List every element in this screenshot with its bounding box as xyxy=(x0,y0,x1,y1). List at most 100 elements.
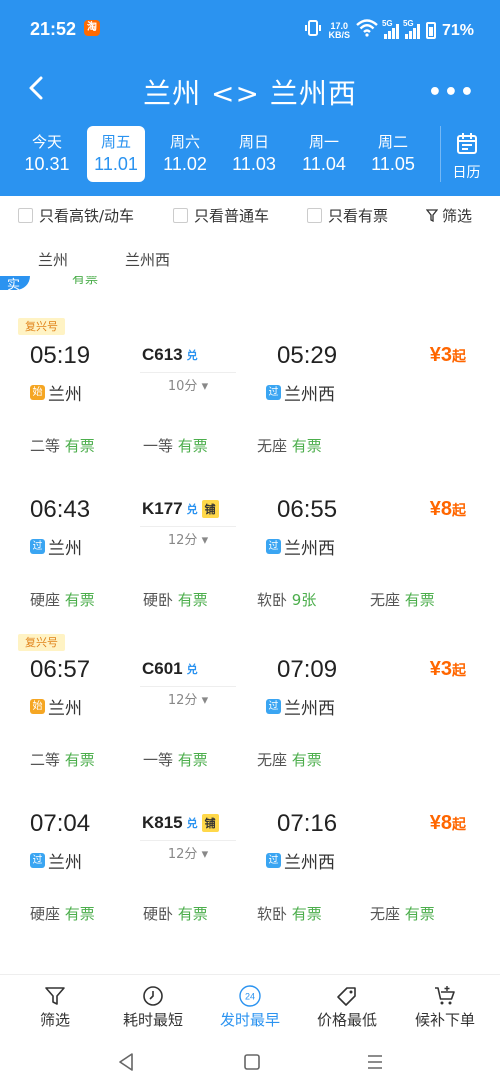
date-value: 11.05 xyxy=(371,154,415,174)
train-number-text: C601 xyxy=(142,659,183,678)
station-to-chip[interactable]: 兰州西 xyxy=(125,249,170,270)
seat-info: 软卧 9张 xyxy=(257,589,316,610)
seat-availability: 有票 xyxy=(177,905,208,923)
pass-tag: 过 xyxy=(30,539,45,554)
from-station-name: 兰州 xyxy=(48,539,82,559)
calendar-button[interactable]: 日历 xyxy=(440,126,492,182)
duration: 12分 ▾ xyxy=(140,526,236,548)
network-speed: 17.0 KB/S xyxy=(328,21,350,40)
from-station-name: 兰州 xyxy=(48,699,82,719)
tab-label: 候补下单 xyxy=(414,1011,475,1029)
status-bar: 21:52 淘 17.0 KB/S 5G 5G 71% xyxy=(0,0,500,58)
signal-icon-2: 5G xyxy=(403,19,420,39)
train-number: C613 兑 xyxy=(142,345,262,365)
only-high-speed-checkbox[interactable]: 只看高铁/动车 xyxy=(18,205,134,226)
date-value: 11.03 xyxy=(232,154,276,174)
cart-icon xyxy=(435,986,455,1005)
price-suffix: 起 xyxy=(452,662,466,678)
date-tab-1-selected[interactable]: 周五 11.01 xyxy=(87,126,145,182)
chevron-down-icon: ▾ xyxy=(201,847,209,862)
early-icon: 24 xyxy=(239,985,261,1007)
sort-duration-tab[interactable]: 耗时最短 xyxy=(103,983,203,1030)
seat-info: 软卧 有票 xyxy=(257,903,322,924)
filter-button[interactable]: 筛选 xyxy=(425,205,472,226)
peek-text: 有票 xyxy=(72,276,99,287)
system-navigation-bar xyxy=(0,1040,500,1086)
seat-class: 硬卧 xyxy=(143,905,174,923)
exchange-badge: 兑 xyxy=(186,664,198,676)
only-available-checkbox[interactable]: 只看有票 xyxy=(307,205,388,226)
seat-info: 硬卧 有票 xyxy=(143,903,208,924)
seat-availability: 有票 xyxy=(64,437,95,455)
station-from-chip[interactable]: 兰州 xyxy=(38,249,68,270)
menu-nav-icon[interactable] xyxy=(366,1052,384,1076)
train-row[interactable]: 复兴号 06:57 C601 兑 07:09 ¥3起 12分 ▾ 始兰州 过兰州西… xyxy=(0,634,500,792)
seat-availability: 有票 xyxy=(404,905,435,923)
start-tag: 始 xyxy=(30,699,45,714)
checkbox-box xyxy=(307,208,322,223)
duration: 12分 ▾ xyxy=(140,840,236,862)
from-station: 始兰州 xyxy=(30,694,82,719)
seat-availability: 有票 xyxy=(404,591,435,609)
wifi-icon xyxy=(356,19,378,42)
peek-badge: 实 xyxy=(0,276,30,290)
date-tab-3[interactable]: 周日 11.03 xyxy=(221,126,287,182)
seat-availability: 有票 xyxy=(64,751,95,769)
seat-availability: 有票 xyxy=(64,905,95,923)
train-list: 复兴号 05:19 C613 兑 05:29 ¥3起 10分 ▾ 始兰州 过兰州西… xyxy=(0,290,500,974)
train-row[interactable]: 07:04 K815 兑铺 07:16 ¥8起 12分 ▾ 过兰州 过兰州西 硬座… xyxy=(0,790,500,946)
departure-time: 07:04 xyxy=(30,810,91,837)
funnel-icon xyxy=(45,987,65,1005)
to-station-name: 兰州西 xyxy=(284,539,335,559)
battery-icon xyxy=(425,22,436,39)
battery-level: 71% xyxy=(441,21,474,39)
fuxing-badge: 复兴号 xyxy=(18,318,65,335)
price: ¥3起 xyxy=(430,344,466,367)
only-normal-checkbox[interactable]: 只看普通车 xyxy=(173,205,269,226)
date-tab-4[interactable]: 周一 11.04 xyxy=(291,126,357,182)
date-tab-0[interactable]: 今天 10.31 xyxy=(14,126,80,182)
seat-availability: 有票 xyxy=(177,437,208,455)
departure-time: 06:57 xyxy=(30,656,91,683)
price-value: ¥3 xyxy=(429,658,452,680)
pass-tag: 过 xyxy=(266,699,281,714)
to-station: 过兰州西 xyxy=(266,380,335,405)
arrival-time: 05:29 xyxy=(277,342,338,369)
seat-info: 无座 有票 xyxy=(257,749,322,770)
sort-earliest-tab[interactable]: 24 发时最早 xyxy=(200,983,300,1030)
sort-filter-tab[interactable]: 筛选 xyxy=(5,983,105,1030)
seat-class: 无座 xyxy=(370,591,401,609)
train-row[interactable]: 06:43 K177 兑铺 06:55 ¥8起 12分 ▾ 过兰州 过兰州西 硬座… xyxy=(0,474,500,630)
more-icon[interactable]: ••• xyxy=(428,80,476,105)
duration-text: 12分 xyxy=(167,847,198,862)
price-value: ¥8 xyxy=(429,498,452,520)
pass-tag: 过 xyxy=(266,853,281,868)
date-tab-2[interactable]: 周六 11.02 xyxy=(152,126,218,182)
train-row[interactable]: 复兴号 05:19 C613 兑 05:29 ¥3起 10分 ▾ 始兰州 过兰州西… xyxy=(0,318,500,476)
seat-info: 无座 有票 xyxy=(370,589,435,610)
to-station-name: 兰州西 xyxy=(284,385,335,405)
exchange-badge: 兑 xyxy=(186,350,198,362)
signal-icon-1: 5G xyxy=(382,19,399,39)
waitlist-tab[interactable]: 候补下单 xyxy=(395,983,495,1030)
to-station: 过兰州西 xyxy=(266,534,335,559)
price-suffix: 起 xyxy=(452,502,466,518)
date-tab-5[interactable]: 周二 11.05 xyxy=(360,126,426,182)
back-nav-icon[interactable] xyxy=(117,1052,135,1076)
to-station-name: 兰州西 xyxy=(284,853,335,873)
from-station-name: 兰州 xyxy=(48,385,82,405)
to-station: 过兰州西 xyxy=(266,694,335,719)
early-icon-badge: 24 xyxy=(245,992,255,1002)
home-nav-icon[interactable] xyxy=(243,1052,261,1076)
sleeper-badge: 铺 xyxy=(201,500,219,518)
seat-class: 无座 xyxy=(257,751,288,769)
duration-text: 10分 xyxy=(167,379,198,394)
sort-price-tab[interactable]: 价格最低 xyxy=(297,983,397,1030)
seat-availability: 有票 xyxy=(291,751,322,769)
seat-class: 二等 xyxy=(30,437,61,455)
departure-time: 05:19 xyxy=(30,342,91,369)
seat-availability: 9张 xyxy=(291,591,317,609)
date-selector: 今天 10.31 周五 11.01 周六 11.02 周日 11.03 周一 11.04 … xyxy=(0,126,500,184)
exchange-badge: 兑 xyxy=(186,504,198,516)
departure-time: 06:43 xyxy=(30,496,91,523)
